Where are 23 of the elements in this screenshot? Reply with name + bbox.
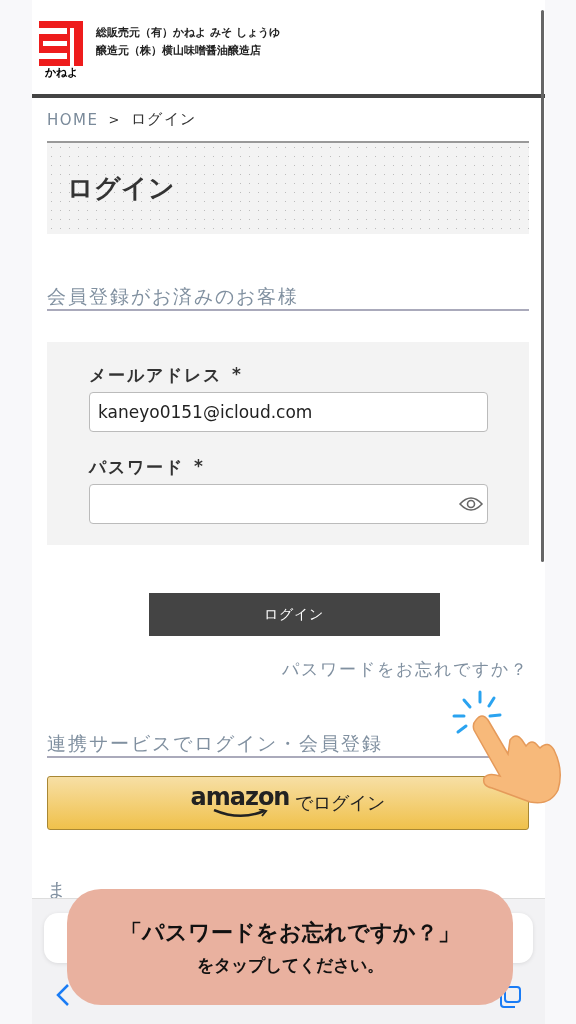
- field-label: メールアドレス: [89, 364, 222, 387]
- required-mark: *: [194, 456, 205, 478]
- login-button[interactable]: ログイン: [148, 593, 440, 636]
- page-title: ログイン: [67, 172, 175, 205]
- instruction-text: 「パスワードをお忘れですか？」: [120, 917, 460, 947]
- smile-arrow-icon: [212, 808, 268, 818]
- amazon-login-button[interactable]: amazon でログイン: [47, 776, 529, 830]
- company-name: 総販売元（有）かねよ みそ しょうゆ: [96, 25, 280, 40]
- tabs-icon[interactable]: [498, 985, 522, 1009]
- breadcrumb-separator: >: [108, 112, 121, 127]
- required-mark: *: [232, 364, 243, 386]
- eye-icon[interactable]: [459, 496, 483, 512]
- breadcrumb-link[interactable]: HOME: [47, 110, 99, 129]
- instruction-text: をタップしてください。: [196, 953, 384, 977]
- logo-text: かねよ: [44, 67, 78, 78]
- password-field[interactable]: [89, 484, 488, 524]
- logo-icon: [39, 21, 83, 66]
- email-field[interactable]: kaneyo0151@icloud.com: [89, 392, 488, 432]
- company-name: 醸造元（株）横山味噌醤油醸造店: [96, 43, 262, 58]
- field-label: パスワード: [89, 456, 184, 479]
- breadcrumb-current: ログイン: [130, 110, 197, 129]
- section-heading: 会員登録がお済みのお客様: [47, 283, 529, 311]
- back-icon[interactable]: [56, 983, 70, 1007]
